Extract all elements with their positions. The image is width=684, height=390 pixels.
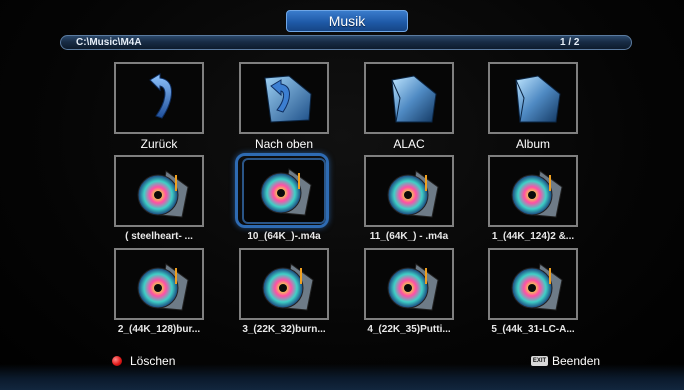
- page-title: Musik: [286, 10, 408, 32]
- tile-frame: [114, 155, 204, 227]
- folder-up-icon: [264, 75, 312, 123]
- tile-frame: [364, 248, 454, 320]
- tile-frame: [488, 62, 578, 134]
- grid-item-file-selected[interactable]: 10_(64K_)-.m4a: [235, 153, 329, 245]
- tile-label: Zurück: [140, 137, 178, 151]
- grid-item-file[interactable]: 11_(64K_) - .m4a: [364, 155, 454, 245]
- tile-label: 4_(22K_35)Putti...: [367, 324, 451, 335]
- grid-item-alac[interactable]: ALAC: [364, 62, 454, 152]
- tile-label: 3_(22K_32)burn...: [242, 324, 326, 335]
- tile-label: 5_(44k_31-LC-A...: [491, 324, 575, 335]
- tile-frame: [364, 62, 454, 134]
- red-button-icon: [112, 356, 122, 366]
- music-disc-icon: [387, 263, 439, 311]
- grid-item-file[interactable]: ( steelheart- ...: [114, 155, 204, 245]
- selection-highlight: [235, 153, 329, 228]
- grid-item-up[interactable]: Nach oben: [239, 62, 329, 152]
- tile-label: Nach oben: [254, 137, 314, 151]
- grid-item-file[interactable]: 1_(44K_124)2 &...: [488, 155, 578, 245]
- tile-frame: [488, 248, 578, 320]
- music-disc-icon: [511, 263, 563, 311]
- grid-item-file[interactable]: 4_(22K_35)Putti...: [364, 248, 454, 338]
- grid-item-file[interactable]: 5_(44k_31-LC-A...: [488, 248, 578, 338]
- delete-hint[interactable]: Löschen: [130, 354, 175, 368]
- exit-hint[interactable]: Beenden: [552, 354, 600, 368]
- tile-label: ( steelheart- ...: [125, 231, 193, 242]
- exit-key-icon: EXIT: [531, 356, 548, 366]
- tile-label: 10_(64K_)-.m4a: [247, 231, 321, 242]
- tile-label: 11_(64K_) - .m4a: [369, 231, 449, 242]
- grid-item-file[interactable]: 3_(22K_32)burn...: [239, 248, 329, 338]
- music-disc-icon: [262, 263, 314, 311]
- music-disc-icon: [137, 170, 189, 218]
- tile-label: 2_(44K_128)bur...: [117, 324, 201, 335]
- tile-label: ALAC: [393, 137, 425, 151]
- tile-frame: [239, 62, 329, 134]
- tile-label: 1_(44K_124)2 &...: [491, 231, 575, 242]
- music-disc-icon: [137, 263, 189, 311]
- tile-frame: [114, 62, 204, 134]
- grid-item-back[interactable]: Zurück: [114, 62, 204, 152]
- folder-icon: [391, 75, 437, 123]
- path-bar: [60, 35, 632, 50]
- back-arrow-icon: [149, 73, 172, 119]
- page-indicator: 1 / 2: [560, 37, 580, 48]
- tile-frame: [488, 155, 578, 227]
- music-disc-icon: [260, 168, 312, 216]
- tile-frame: [114, 248, 204, 320]
- current-path: C:\Music\M4A: [76, 37, 142, 48]
- grid-item-file[interactable]: 2_(44K_128)bur...: [114, 248, 204, 338]
- grid-item-album[interactable]: Album: [488, 62, 578, 152]
- folder-icon: [515, 75, 561, 123]
- music-disc-icon: [387, 170, 439, 218]
- media-browser-screen: Musik C:\Music\M4A 1 / 2 Zurück Nach obe…: [0, 0, 684, 390]
- tile-frame: [239, 248, 329, 320]
- tile-frame: [364, 155, 454, 227]
- tile-label: Album: [515, 137, 550, 151]
- music-disc-icon: [511, 170, 563, 218]
